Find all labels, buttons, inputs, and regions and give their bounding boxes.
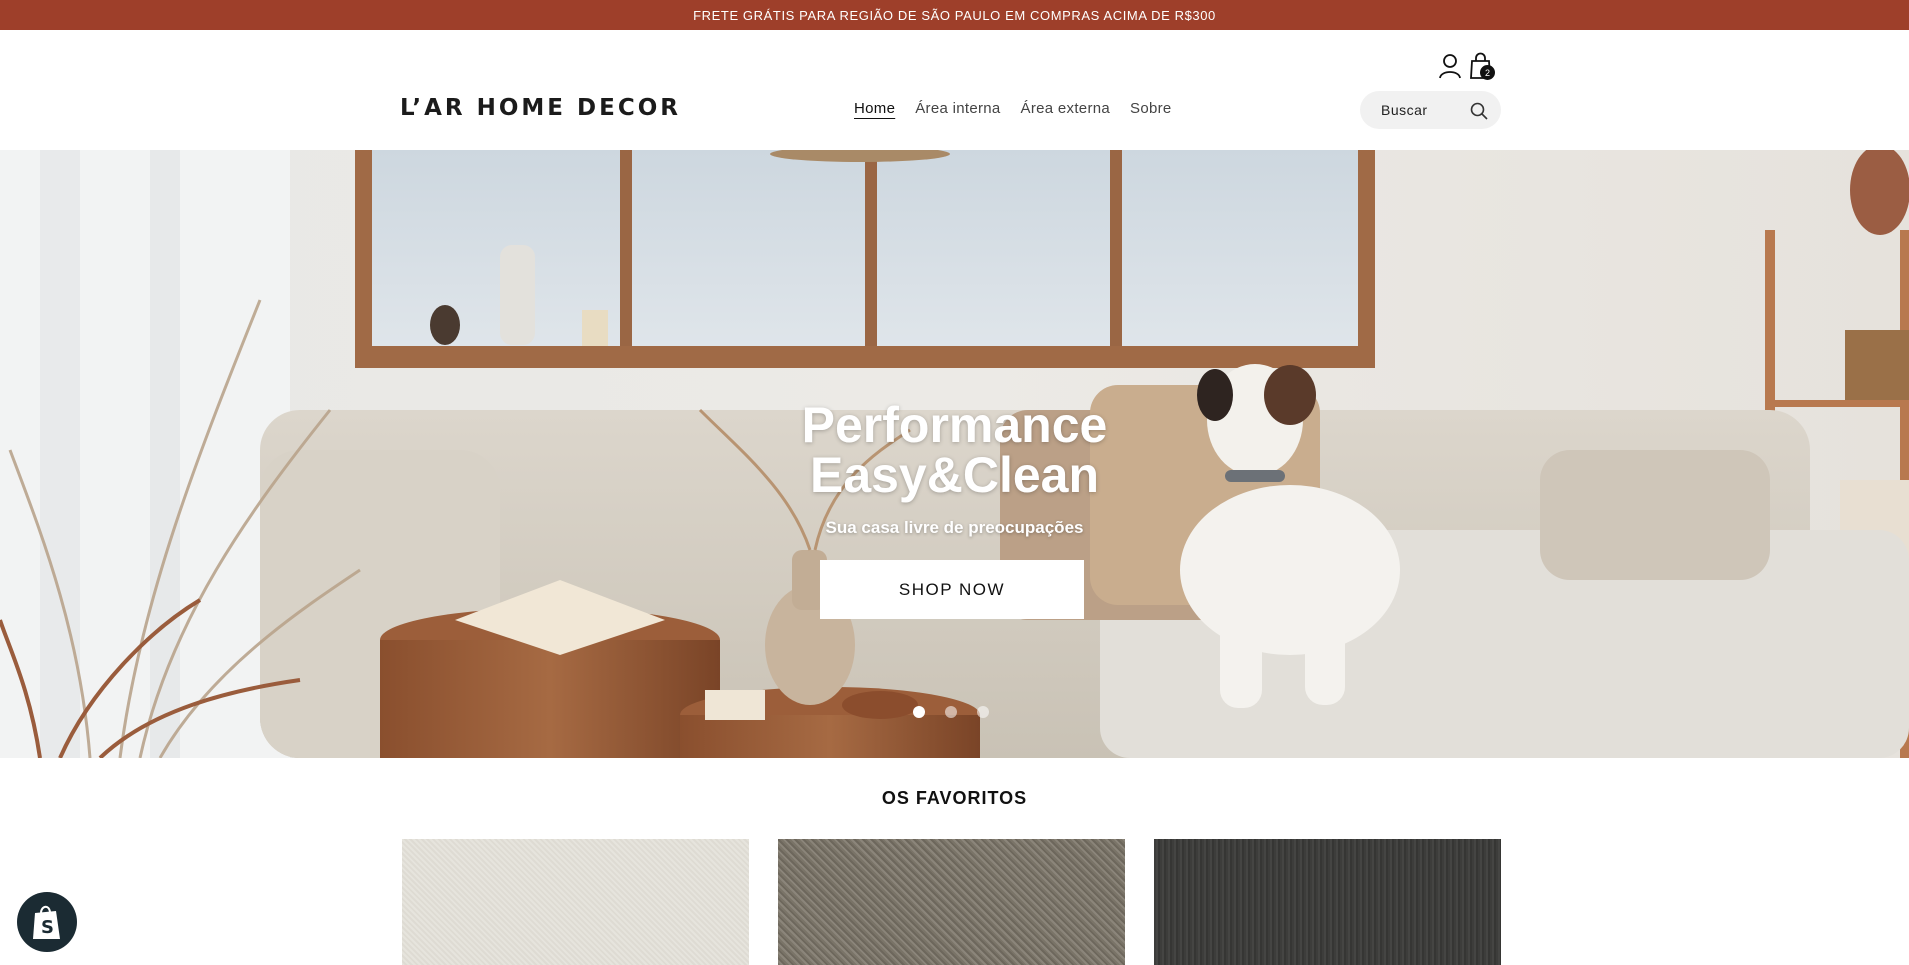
nav-item-sobre[interactable]: Sobre — [1130, 100, 1172, 117]
shop-now-button[interactable]: SHOP NOW — [820, 560, 1084, 619]
search-placeholder: Buscar — [1381, 102, 1428, 118]
search-input[interactable]: Buscar — [1360, 91, 1501, 129]
announcement-text: FRETE GRÁTIS PARA REGIÃO DE SÃO PAULO EM… — [693, 7, 1216, 23]
product-card-1[interactable] — [402, 839, 749, 965]
nav-item-home[interactable]: Home — [854, 100, 895, 117]
shopify-chat-button[interactable]: S — [17, 892, 77, 952]
product-card-2[interactable] — [778, 839, 1125, 965]
hero-title-line2: Easy&Clean — [809, 447, 1100, 503]
favorites-title: OS FAVORITOS — [881, 788, 1028, 808]
user-icon[interactable] — [1438, 53, 1462, 79]
nav-item-area-externa[interactable]: Área externa — [1021, 100, 1110, 117]
hero-title-line1: Performance — [801, 397, 1108, 453]
slide-dot-1[interactable] — [913, 706, 925, 718]
product-card-3[interactable] — [1154, 839, 1501, 965]
site-logo[interactable]: L’AR HOME DECOR — [400, 95, 681, 121]
hero-subtitle: Sua casa livre de preocupações — [825, 518, 1084, 537]
slide-dot-2[interactable] — [945, 706, 957, 718]
hero-title: Performance Easy&Clean — [0, 400, 1909, 500]
cart-count-badge: 2 — [1480, 65, 1495, 80]
slider-dots — [913, 706, 989, 718]
announcement-bar: FRETE GRÁTIS PARA REGIÃO DE SÃO PAULO EM… — [0, 0, 1909, 30]
search-icon[interactable] — [1470, 102, 1488, 120]
nav-item-area-interna[interactable]: Área interna — [915, 100, 1000, 117]
slide-dot-3[interactable] — [977, 706, 989, 718]
hero-banner: Performance Easy&Clean Sua casa livre de… — [0, 150, 1909, 758]
shopify-bag-icon: S — [33, 905, 60, 939]
favorites-grid — [0, 839, 1909, 965]
svg-text:S: S — [41, 917, 54, 938]
main-nav: Home Área interna Área externa Sobre — [854, 100, 1172, 117]
site-header: L’AR HOME DECOR Home Área interna Área e… — [0, 30, 1909, 150]
